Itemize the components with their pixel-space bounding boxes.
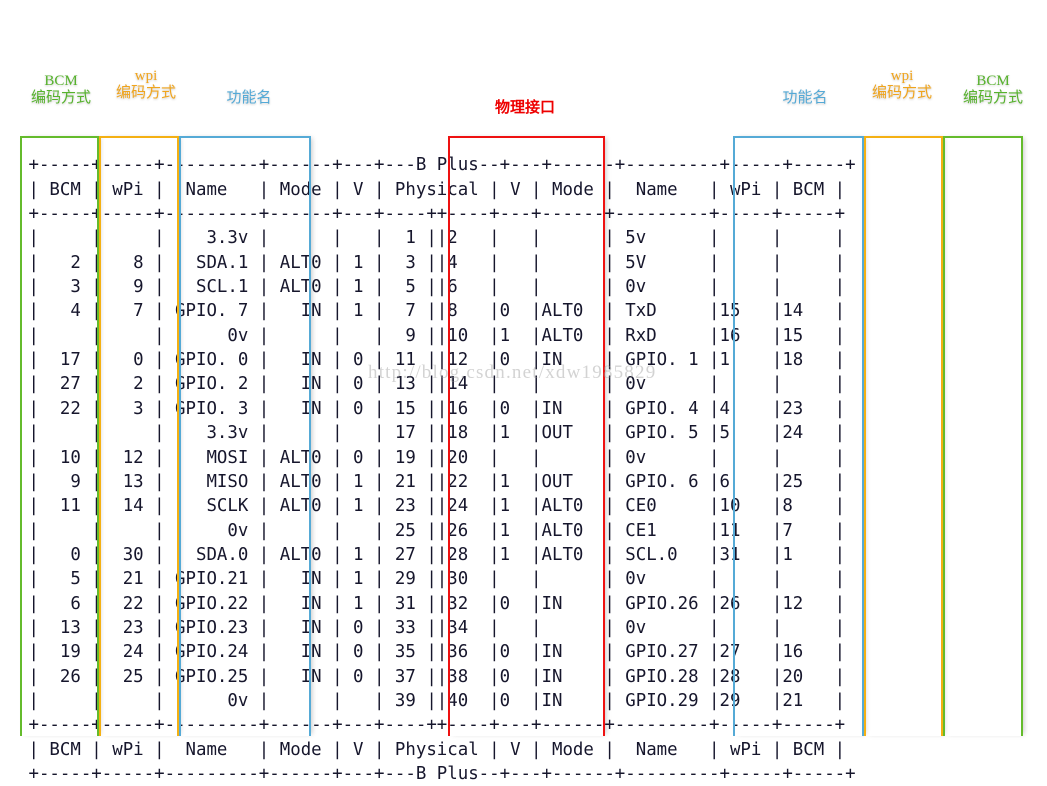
annotation-right-bcm-line2: 编码方式	[962, 89, 1023, 106]
annotation-right-bcm-line1: BCM	[976, 73, 1010, 89]
annotation-label-left-bcm: BCM 编码方式	[26, 73, 96, 107]
annotation-right-name-line1: 功能名	[782, 90, 828, 106]
annotation-left-wpi-line2: 编码方式	[115, 84, 176, 101]
gpio-pinout-figure: BCM 编码方式 wpi 编码方式 功能名 物理接口 功能名 wpi 编码方式 …	[0, 0, 1047, 784]
annotation-label-left-wpi: wpi 编码方式	[110, 68, 182, 102]
annotation-label-right-bcm: BCM 编码方式	[956, 73, 1030, 107]
annotation-physical-line1: 物理接口	[494, 100, 555, 116]
highlight-box-right-wpi	[864, 136, 943, 736]
annotation-left-bcm-line1: BCM	[44, 73, 78, 89]
annotation-left-name-line1: 功能名	[226, 90, 272, 106]
highlight-box-right-bcm	[943, 136, 1023, 736]
annotation-label-physical: 物理接口	[470, 100, 580, 117]
annotation-label-right-name: 功能名	[772, 90, 838, 107]
annotation-right-wpi-line2: 编码方式	[871, 84, 932, 101]
annotation-label-right-wpi: wpi 编码方式	[866, 68, 938, 102]
annotation-label-left-name: 功能名	[216, 90, 282, 107]
annotation-left-wpi-line1: wpi	[134, 68, 158, 84]
annotation-left-bcm-line2: 编码方式	[30, 89, 91, 106]
annotation-right-wpi-line1: wpi	[890, 68, 914, 84]
gpio-readall-table: +-----+-----+---------+------+---+---B P…	[28, 155, 856, 784]
